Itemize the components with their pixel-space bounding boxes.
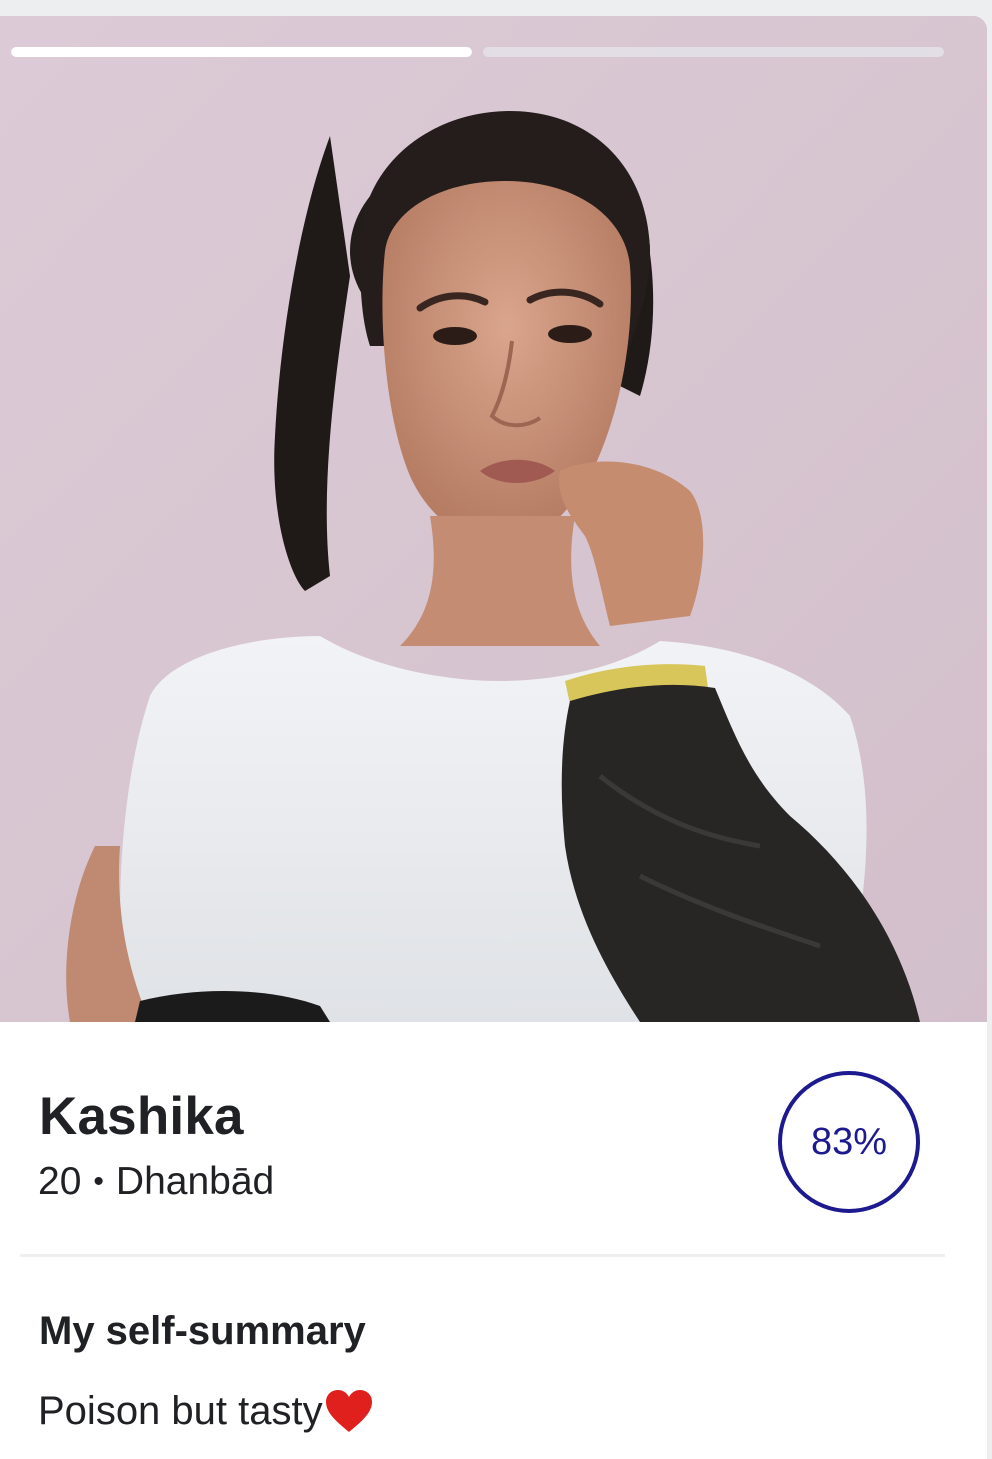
meta-separator: • xyxy=(93,1164,104,1198)
match-percentage-badge[interactable]: 83% xyxy=(778,1071,920,1213)
self-summary-text: Poison but tasty xyxy=(38,1387,375,1435)
story-progress-fill xyxy=(11,47,472,57)
profile-location: Dhanbād xyxy=(115,1160,275,1203)
section-title: My self-summary xyxy=(39,1309,366,1353)
profile-photo-illustration xyxy=(0,16,987,1022)
heart-icon xyxy=(325,1390,372,1432)
profile-card[interactable]: Kashika 20 • Dhanbād 83% My self-summary… xyxy=(0,16,987,1459)
story-progress-segment[interactable] xyxy=(11,47,472,57)
profile-name: Kashika xyxy=(39,1087,244,1146)
profile-info: Kashika 20 • Dhanbād 83% My self-summary… xyxy=(0,1022,987,1459)
profile-photo[interactable] xyxy=(0,16,987,1022)
profile-age: 20 xyxy=(38,1160,82,1203)
profile-meta: 20 • Dhanbād xyxy=(38,1162,274,1201)
self-summary-body: Poison but tasty xyxy=(38,1389,323,1433)
story-progress xyxy=(11,47,944,57)
match-percentage: 83% xyxy=(810,1120,888,1163)
divider xyxy=(20,1254,945,1257)
story-progress-segment[interactable] xyxy=(483,47,944,57)
